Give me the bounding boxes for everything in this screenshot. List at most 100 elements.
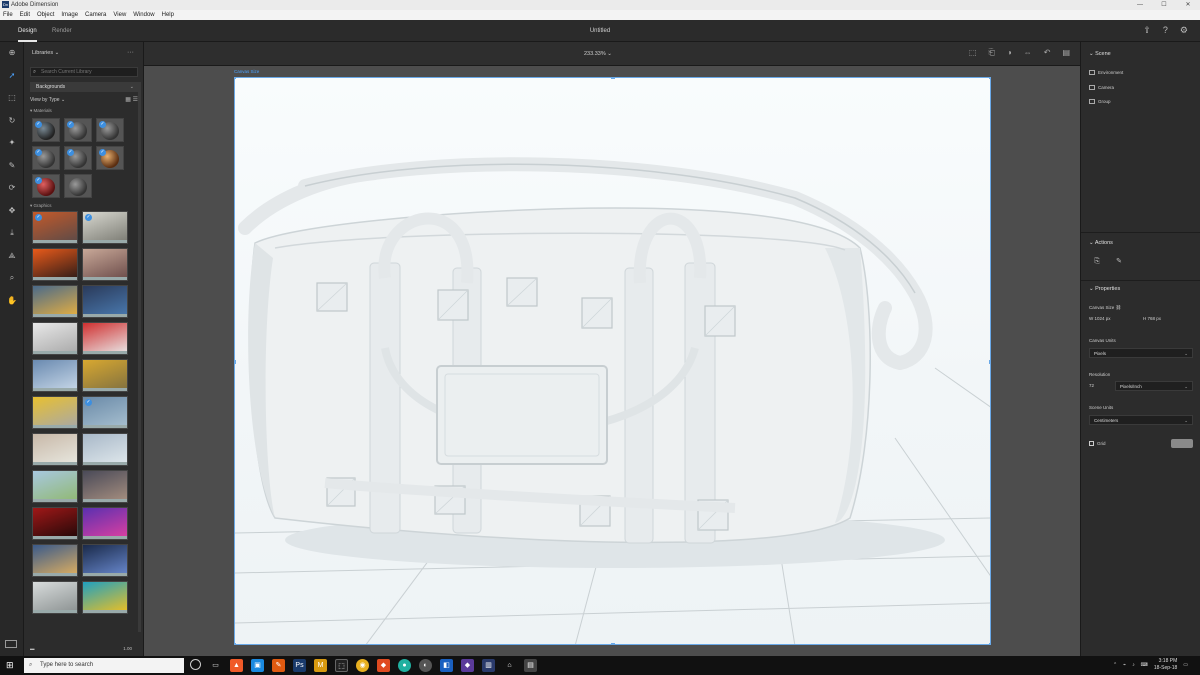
scene-item-camera[interactable]: Camera (1089, 85, 1114, 91)
background-thumb[interactable] (32, 359, 78, 392)
background-thumb[interactable] (32, 396, 78, 429)
grid-color-swatch[interactable] (1171, 439, 1193, 448)
more-options-icon[interactable]: ··· (127, 42, 134, 64)
background-thumb[interactable] (32, 285, 78, 318)
canvas-frame[interactable] (234, 77, 991, 645)
tab-render[interactable]: Render (52, 20, 72, 42)
background-thumb[interactable] (32, 322, 78, 355)
menu-image[interactable]: Image (61, 10, 78, 20)
assets-scrollbar[interactable] (138, 82, 141, 632)
material-thumb[interactable]: ✓ (32, 146, 60, 170)
frame-handle-tr[interactable] (989, 78, 990, 79)
cortana-icon[interactable] (190, 659, 201, 670)
add-content-icon[interactable]: ⊕ (0, 42, 24, 65)
menu-object[interactable]: Object (37, 10, 54, 20)
menu-file[interactable]: File (3, 10, 13, 20)
width-value[interactable]: 1024 px (1095, 316, 1111, 321)
scene-item-group[interactable]: Group (1089, 99, 1111, 105)
app-icon-house[interactable]: ⌂ (503, 659, 516, 672)
app-icon-blue2[interactable]: ◧ (440, 659, 453, 672)
folder-icon[interactable]: ▬ (30, 646, 35, 651)
app-icon-purple[interactable]: ◆ (461, 659, 474, 672)
scene-section-header[interactable]: ⌄ Scene (1089, 51, 1111, 57)
tab-design[interactable]: Design (18, 20, 37, 42)
orbit-tool-icon[interactable]: ↻ (0, 110, 24, 133)
photoshop-icon[interactable]: Ps (293, 659, 306, 672)
background-thumb[interactable] (82, 285, 128, 318)
material-thumb[interactable]: ✓ (64, 118, 92, 142)
link-icon[interactable]: ⛓ (1116, 305, 1122, 310)
background-thumb[interactable] (32, 581, 78, 614)
background-thumb[interactable] (82, 470, 128, 503)
menu-help[interactable]: Help (162, 10, 174, 20)
frame-icon[interactable]: ⬚ (969, 48, 977, 58)
material-thumb[interactable]: ✓ (96, 146, 124, 170)
height-value[interactable]: 768 px (1148, 316, 1162, 321)
notifications-icon[interactable]: ▭ (1183, 662, 1188, 668)
keyboard-icon[interactable]: ⌨ (1141, 662, 1148, 668)
pan-icon[interactable]: ⇔ (1024, 48, 1032, 58)
dimension-app-icon[interactable]: ▥ (482, 659, 495, 672)
app-icon-yellow[interactable]: M (314, 659, 327, 672)
edit-action-icon[interactable]: ✎ (1113, 256, 1125, 268)
taskbar-search-input[interactable]: ⌕ Type here to search (24, 658, 184, 673)
background-thumb[interactable] (82, 248, 128, 281)
background-thumb[interactable] (32, 470, 78, 503)
background-thumb[interactable]: ✓ (32, 211, 78, 244)
width-field[interactable]: W 1024 px (1089, 316, 1111, 321)
material-thumb[interactable]: ✓ (32, 174, 60, 198)
chrome-icon[interactable]: ◉ (356, 659, 369, 672)
section-materials[interactable]: ▾ Materials (30, 108, 52, 114)
sample-tool-icon[interactable]: ✎ (0, 155, 24, 178)
camera-bookmark-icon[interactable]: ⎗ (988, 48, 994, 58)
app-icon-box[interactable]: ▤ (524, 659, 537, 672)
frame-handle-ml[interactable] (235, 360, 236, 364)
canvas-units-select[interactable]: Pixels ⌄ (1089, 348, 1193, 358)
undo-view-icon[interactable]: ↶ (1044, 48, 1051, 58)
close-icon[interactable]: ✕ (1176, 0, 1200, 10)
background-thumb[interactable]: ✓ (82, 396, 128, 429)
material-thumb[interactable] (64, 174, 92, 198)
app-icon-gray[interactable]: ◐ (419, 659, 432, 672)
library-selector[interactable]: Libraries ⌄ ··· (24, 42, 144, 64)
app-icon-orange2[interactable]: ◆ (377, 659, 390, 672)
select-tool-icon[interactable]: ➚ (0, 65, 24, 88)
material-thumb[interactable]: ✓ (64, 146, 92, 170)
category-dropdown[interactable]: Backgrounds ⌄ (30, 82, 138, 92)
app-icon-teal[interactable]: ● (398, 659, 411, 672)
app-icon-orange[interactable]: ✎ (272, 659, 285, 672)
menu-view[interactable]: View (113, 10, 126, 20)
network-icon[interactable]: ⌁ (1123, 662, 1126, 668)
grid-checkbox[interactable]: Grid (1089, 441, 1106, 447)
background-thumb[interactable] (82, 544, 128, 577)
resolution-unit-select[interactable]: Pixels/Inch ⌄ (1115, 381, 1193, 391)
drop-tool-icon[interactable]: ⤓ (0, 222, 24, 245)
move-tool-icon[interactable]: ✥ (0, 200, 24, 223)
background-thumb[interactable] (32, 433, 78, 466)
background-thumb[interactable] (82, 322, 128, 355)
chevron-up-icon[interactable]: ⌃ (1113, 662, 1117, 668)
settings-icon[interactable]: ⚙ (1180, 25, 1188, 36)
background-thumb[interactable] (32, 507, 78, 540)
frame-handle-mr[interactable] (989, 360, 990, 364)
scene-viewport[interactable] (235, 78, 991, 645)
height-field[interactable]: H 768 px (1143, 316, 1161, 321)
menu-edit[interactable]: Edit (20, 10, 30, 20)
background-thumb[interactable]: ✓ (82, 211, 128, 244)
background-thumb[interactable] (82, 507, 128, 540)
rotate-tool-icon[interactable]: ⟳ (0, 177, 24, 200)
magic-wand-icon[interactable]: ✦ (0, 132, 24, 155)
export-action-icon[interactable]: ⎘ (1091, 256, 1103, 268)
panel-toggle-icon[interactable] (5, 640, 17, 648)
app-icon-red[interactable]: ▲ (230, 659, 243, 672)
windows-start-icon[interactable]: ⊞ (6, 660, 16, 670)
section-graphics[interactable]: ▾ Graphics (30, 203, 52, 209)
minimize-icon[interactable]: — (1128, 0, 1152, 10)
properties-section-header[interactable]: ⌄ Properties (1089, 286, 1120, 292)
checkbox-icon[interactable] (1089, 441, 1094, 447)
frame-handle-tc[interactable] (611, 78, 615, 79)
share-icon[interactable]: ⇪ (1143, 25, 1151, 36)
frame-handle-bl[interactable] (235, 643, 236, 644)
zoom-tool-icon[interactable]: ⌕ (0, 267, 24, 290)
material-thumb[interactable]: ✓ (32, 118, 60, 142)
